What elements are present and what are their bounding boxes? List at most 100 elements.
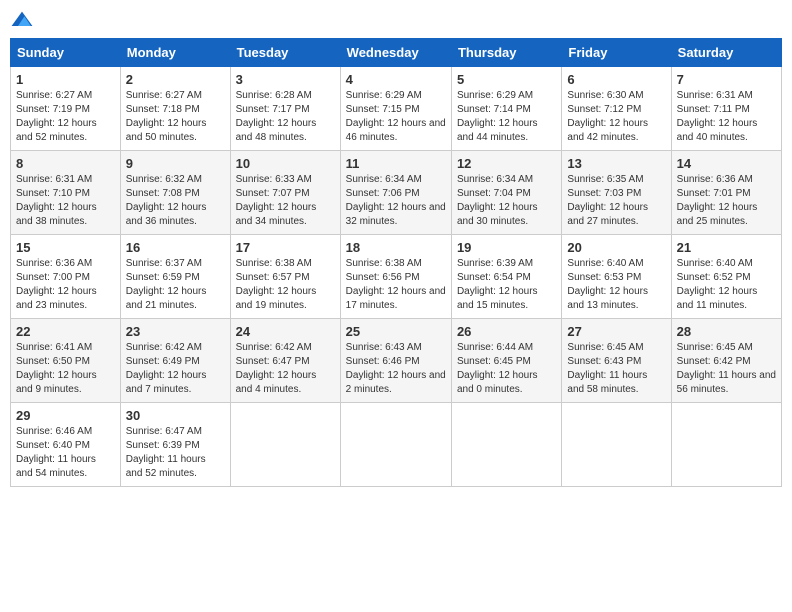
day-number: 2 <box>126 72 225 87</box>
calendar-week-row: 15 Sunrise: 6:36 AMSunset: 7:00 PMDaylig… <box>11 235 782 319</box>
calendar-day-cell: 7 Sunrise: 6:31 AMSunset: 7:11 PMDayligh… <box>671 67 781 151</box>
day-info: Sunrise: 6:38 AMSunset: 6:57 PMDaylight:… <box>236 258 317 311</box>
day-info: Sunrise: 6:42 AMSunset: 6:47 PMDaylight:… <box>236 342 317 395</box>
day-number: 3 <box>236 72 335 87</box>
day-number: 24 <box>236 324 335 339</box>
day-number: 9 <box>126 156 225 171</box>
calendar-day-cell: 13 Sunrise: 6:35 AMSunset: 7:03 PMDaylig… <box>562 151 671 235</box>
calendar-week-row: 22 Sunrise: 6:41 AMSunset: 6:50 PMDaylig… <box>11 319 782 403</box>
day-info: Sunrise: 6:42 AMSunset: 6:49 PMDaylight:… <box>126 342 207 395</box>
day-info: Sunrise: 6:36 AMSunset: 7:01 PMDaylight:… <box>677 174 758 227</box>
day-info: Sunrise: 6:27 AMSunset: 7:18 PMDaylight:… <box>126 90 207 143</box>
calendar-header-saturday: Saturday <box>671 39 781 67</box>
day-info: Sunrise: 6:45 AMSunset: 6:43 PMDaylight:… <box>567 342 647 395</box>
day-number: 26 <box>457 324 556 339</box>
calendar-day-cell: 10 Sunrise: 6:33 AMSunset: 7:07 PMDaylig… <box>230 151 340 235</box>
day-info: Sunrise: 6:38 AMSunset: 6:56 PMDaylight:… <box>346 258 446 311</box>
calendar-header-wednesday: Wednesday <box>340 39 451 67</box>
calendar-day-cell <box>451 403 561 487</box>
calendar-day-cell: 4 Sunrise: 6:29 AMSunset: 7:15 PMDayligh… <box>340 67 451 151</box>
day-info: Sunrise: 6:27 AMSunset: 7:19 PMDaylight:… <box>16 90 97 143</box>
calendar-header-row: SundayMondayTuesdayWednesdayThursdayFrid… <box>11 39 782 67</box>
calendar-day-cell <box>230 403 340 487</box>
calendar-day-cell: 18 Sunrise: 6:38 AMSunset: 6:56 PMDaylig… <box>340 235 451 319</box>
day-info: Sunrise: 6:44 AMSunset: 6:45 PMDaylight:… <box>457 342 538 395</box>
calendar-day-cell: 6 Sunrise: 6:30 AMSunset: 7:12 PMDayligh… <box>562 67 671 151</box>
calendar-day-cell: 12 Sunrise: 6:34 AMSunset: 7:04 PMDaylig… <box>451 151 561 235</box>
day-info: Sunrise: 6:33 AMSunset: 7:07 PMDaylight:… <box>236 174 317 227</box>
day-info: Sunrise: 6:34 AMSunset: 7:04 PMDaylight:… <box>457 174 538 227</box>
calendar-day-cell: 28 Sunrise: 6:45 AMSunset: 6:42 PMDaylig… <box>671 319 781 403</box>
calendar-week-row: 29 Sunrise: 6:46 AMSunset: 6:40 PMDaylig… <box>11 403 782 487</box>
day-number: 21 <box>677 240 776 255</box>
calendar-header-thursday: Thursday <box>451 39 561 67</box>
calendar-header-monday: Monday <box>120 39 230 67</box>
day-number: 16 <box>126 240 225 255</box>
day-info: Sunrise: 6:46 AMSunset: 6:40 PMDaylight:… <box>16 426 96 479</box>
day-number: 27 <box>567 324 665 339</box>
day-info: Sunrise: 6:45 AMSunset: 6:42 PMDaylight:… <box>677 342 776 395</box>
day-number: 1 <box>16 72 115 87</box>
calendar-day-cell: 8 Sunrise: 6:31 AMSunset: 7:10 PMDayligh… <box>11 151 121 235</box>
day-number: 4 <box>346 72 446 87</box>
calendar-day-cell: 25 Sunrise: 6:43 AMSunset: 6:46 PMDaylig… <box>340 319 451 403</box>
day-info: Sunrise: 6:29 AMSunset: 7:14 PMDaylight:… <box>457 90 538 143</box>
calendar-day-cell <box>671 403 781 487</box>
calendar-day-cell: 1 Sunrise: 6:27 AMSunset: 7:19 PMDayligh… <box>11 67 121 151</box>
day-info: Sunrise: 6:37 AMSunset: 6:59 PMDaylight:… <box>126 258 207 311</box>
day-number: 19 <box>457 240 556 255</box>
calendar-day-cell: 19 Sunrise: 6:39 AMSunset: 6:54 PMDaylig… <box>451 235 561 319</box>
calendar-day-cell: 3 Sunrise: 6:28 AMSunset: 7:17 PMDayligh… <box>230 67 340 151</box>
calendar-day-cell: 20 Sunrise: 6:40 AMSunset: 6:53 PMDaylig… <box>562 235 671 319</box>
day-number: 25 <box>346 324 446 339</box>
day-info: Sunrise: 6:39 AMSunset: 6:54 PMDaylight:… <box>457 258 538 311</box>
day-number: 22 <box>16 324 115 339</box>
logo-icon <box>10 10 34 30</box>
calendar-day-cell: 30 Sunrise: 6:47 AMSunset: 6:39 PMDaylig… <box>120 403 230 487</box>
day-info: Sunrise: 6:31 AMSunset: 7:10 PMDaylight:… <box>16 174 97 227</box>
day-number: 28 <box>677 324 776 339</box>
day-info: Sunrise: 6:41 AMSunset: 6:50 PMDaylight:… <box>16 342 97 395</box>
day-number: 20 <box>567 240 665 255</box>
day-info: Sunrise: 6:32 AMSunset: 7:08 PMDaylight:… <box>126 174 207 227</box>
calendar-day-cell: 21 Sunrise: 6:40 AMSunset: 6:52 PMDaylig… <box>671 235 781 319</box>
day-number: 5 <box>457 72 556 87</box>
calendar-day-cell: 5 Sunrise: 6:29 AMSunset: 7:14 PMDayligh… <box>451 67 561 151</box>
day-number: 18 <box>346 240 446 255</box>
day-number: 8 <box>16 156 115 171</box>
calendar-day-cell: 24 Sunrise: 6:42 AMSunset: 6:47 PMDaylig… <box>230 319 340 403</box>
day-number: 29 <box>16 408 115 423</box>
day-number: 13 <box>567 156 665 171</box>
day-info: Sunrise: 6:31 AMSunset: 7:11 PMDaylight:… <box>677 90 758 143</box>
day-number: 10 <box>236 156 335 171</box>
calendar-week-row: 1 Sunrise: 6:27 AMSunset: 7:19 PMDayligh… <box>11 67 782 151</box>
page-header <box>10 10 782 30</box>
calendar-day-cell <box>562 403 671 487</box>
day-info: Sunrise: 6:36 AMSunset: 7:00 PMDaylight:… <box>16 258 97 311</box>
day-number: 17 <box>236 240 335 255</box>
calendar-day-cell: 14 Sunrise: 6:36 AMSunset: 7:01 PMDaylig… <box>671 151 781 235</box>
day-number: 11 <box>346 156 446 171</box>
calendar-day-cell: 15 Sunrise: 6:36 AMSunset: 7:00 PMDaylig… <box>11 235 121 319</box>
day-number: 7 <box>677 72 776 87</box>
day-info: Sunrise: 6:40 AMSunset: 6:52 PMDaylight:… <box>677 258 758 311</box>
calendar-day-cell: 27 Sunrise: 6:45 AMSunset: 6:43 PMDaylig… <box>562 319 671 403</box>
calendar-day-cell: 16 Sunrise: 6:37 AMSunset: 6:59 PMDaylig… <box>120 235 230 319</box>
calendar-day-cell: 9 Sunrise: 6:32 AMSunset: 7:08 PMDayligh… <box>120 151 230 235</box>
calendar-day-cell: 22 Sunrise: 6:41 AMSunset: 6:50 PMDaylig… <box>11 319 121 403</box>
day-number: 6 <box>567 72 665 87</box>
day-info: Sunrise: 6:40 AMSunset: 6:53 PMDaylight:… <box>567 258 648 311</box>
calendar-header-sunday: Sunday <box>11 39 121 67</box>
calendar-table: SundayMondayTuesdayWednesdayThursdayFrid… <box>10 38 782 487</box>
logo <box>10 10 42 30</box>
calendar-header-friday: Friday <box>562 39 671 67</box>
calendar-header-tuesday: Tuesday <box>230 39 340 67</box>
day-info: Sunrise: 6:34 AMSunset: 7:06 PMDaylight:… <box>346 174 446 227</box>
calendar-week-row: 8 Sunrise: 6:31 AMSunset: 7:10 PMDayligh… <box>11 151 782 235</box>
day-number: 23 <box>126 324 225 339</box>
calendar-day-cell: 2 Sunrise: 6:27 AMSunset: 7:18 PMDayligh… <box>120 67 230 151</box>
day-info: Sunrise: 6:47 AMSunset: 6:39 PMDaylight:… <box>126 426 206 479</box>
day-info: Sunrise: 6:29 AMSunset: 7:15 PMDaylight:… <box>346 90 446 143</box>
calendar-day-cell: 29 Sunrise: 6:46 AMSunset: 6:40 PMDaylig… <box>11 403 121 487</box>
day-info: Sunrise: 6:30 AMSunset: 7:12 PMDaylight:… <box>567 90 648 143</box>
